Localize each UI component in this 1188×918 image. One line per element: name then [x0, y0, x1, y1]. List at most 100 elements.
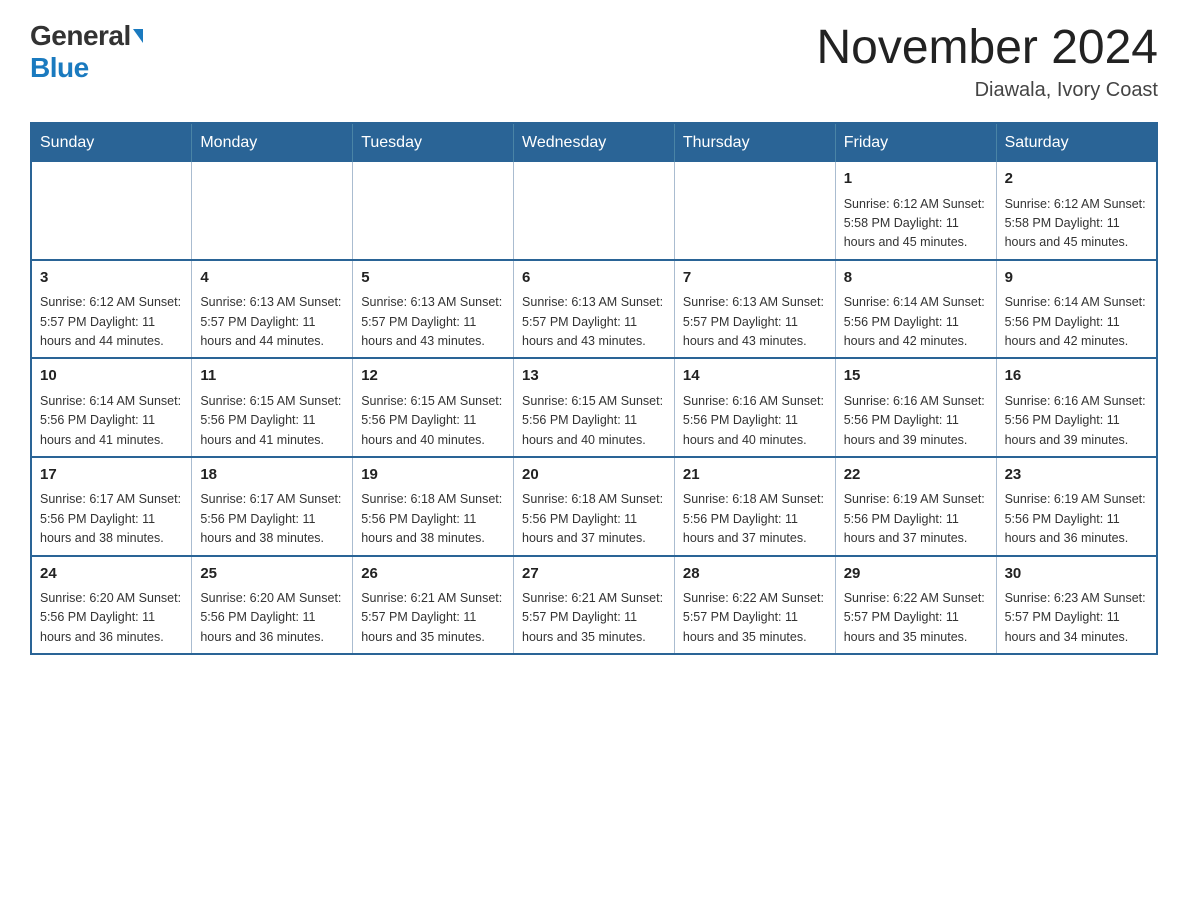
table-row: [674, 162, 835, 260]
table-row: 30 Sunrise: 6:23 AM Sunset: 5:57 PM Dayli…: [996, 556, 1157, 655]
table-row: 6 Sunrise: 6:13 AM Sunset: 5:57 PM Daylig…: [514, 260, 675, 359]
day-info: Sunrise: 6:13 AM Sunset: 5:57 PM Dayligh…: [200, 293, 344, 351]
day-number: 16: [1005, 365, 1148, 388]
table-row: 10 Sunrise: 6:14 AM Sunset: 5:56 PM Dayli…: [31, 358, 192, 457]
table-row: [31, 162, 192, 260]
calendar-week-row: 17 Sunrise: 6:17 AM Sunset: 5:56 PM Dayli…: [31, 457, 1157, 556]
day-number: 8: [844, 267, 988, 290]
day-info: Sunrise: 6:14 AM Sunset: 5:56 PM Dayligh…: [844, 293, 988, 351]
table-row: 2 Sunrise: 6:12 AM Sunset: 5:58 PM Daylig…: [996, 162, 1157, 260]
table-row: 23Sunrise: 6:19 AM Sunset: 5:56 PM Dayli…: [996, 457, 1157, 556]
month-title: November 2024: [816, 20, 1158, 75]
day-info: Sunrise: 6:17 AM Sunset: 5:56 PM Dayligh…: [40, 490, 183, 548]
table-row: 21Sunrise: 6:18 AM Sunset: 5:56 PM Dayli…: [674, 457, 835, 556]
day-number: 13: [522, 365, 666, 388]
day-number: 20: [522, 464, 666, 487]
day-info: Sunrise: 6:18 AM Sunset: 5:56 PM Dayligh…: [361, 490, 505, 548]
table-row: 22 Sunrise: 6:19 AM Sunset: 5:56 PM Dayli…: [835, 457, 996, 556]
table-row: 13 Sunrise: 6:15 AM Sunset: 5:56 PM Dayli…: [514, 358, 675, 457]
table-row: 24Sunrise: 6:20 AM Sunset: 5:56 PM Dayli…: [31, 556, 192, 655]
day-info: Sunrise: 6:21 AM Sunset: 5:57 PM Dayligh…: [361, 589, 505, 647]
header-sunday: Sunday: [31, 123, 192, 162]
table-row: 29 Sunrise: 6:22 AM Sunset: 5:57 PM Dayli…: [835, 556, 996, 655]
day-info: Sunrise: 6:23 AM Sunset: 5:57 PM Dayligh…: [1005, 589, 1148, 647]
day-info: Sunrise: 6:16 AM Sunset: 5:56 PM Dayligh…: [844, 392, 988, 450]
day-info: Sunrise: 6:18 AM Sunset: 5:56 PM Dayligh…: [522, 490, 666, 548]
table-row: 7 Sunrise: 6:13 AM Sunset: 5:57 PM Daylig…: [674, 260, 835, 359]
header-saturday: Saturday: [996, 123, 1157, 162]
day-number: 26: [361, 563, 505, 586]
table-row: 9 Sunrise: 6:14 AM Sunset: 5:56 PM Daylig…: [996, 260, 1157, 359]
table-row: 11 Sunrise: 6:15 AM Sunset: 5:56 PM Dayli…: [192, 358, 353, 457]
table-row: 19Sunrise: 6:18 AM Sunset: 5:56 PM Dayli…: [353, 457, 514, 556]
day-number: 17: [40, 464, 183, 487]
day-number: 14: [683, 365, 827, 388]
day-info: Sunrise: 6:14 AM Sunset: 5:56 PM Dayligh…: [1005, 293, 1148, 351]
day-info: Sunrise: 6:12 AM Sunset: 5:58 PM Dayligh…: [1005, 195, 1148, 253]
day-info: Sunrise: 6:15 AM Sunset: 5:56 PM Dayligh…: [200, 392, 344, 450]
day-info: Sunrise: 6:22 AM Sunset: 5:57 PM Dayligh…: [844, 589, 988, 647]
day-info: Sunrise: 6:12 AM Sunset: 5:57 PM Dayligh…: [40, 293, 183, 351]
day-number: 12: [361, 365, 505, 388]
day-info: Sunrise: 6:13 AM Sunset: 5:57 PM Dayligh…: [683, 293, 827, 351]
table-row: 17 Sunrise: 6:17 AM Sunset: 5:56 PM Dayli…: [31, 457, 192, 556]
day-number: 7: [683, 267, 827, 290]
logo-general-text: General: [30, 20, 131, 52]
calendar-week-row: 10 Sunrise: 6:14 AM Sunset: 5:56 PM Dayli…: [31, 358, 1157, 457]
calendar-week-row: 24 Sunrise: 6:20 AM Sunset: 5:56 PM Dayli…: [31, 556, 1157, 655]
day-info: Sunrise: 6:19 AM Sunset: 5:56 PM Dayligh…: [844, 490, 988, 548]
header-monday: Monday: [192, 123, 353, 162]
table-row: 14 Sunrise: 6:16 AM Sunset: 5:56 PM Dayli…: [674, 358, 835, 457]
table-row: 15 Sunrise: 6:16 AM Sunset: 5:56 PM Dayli…: [835, 358, 996, 457]
header-wednesday: Wednesday: [514, 123, 675, 162]
day-number: 24: [40, 563, 183, 586]
day-info: Sunrise: 6:20 AM Sunset: 5:56 PM Dayligh…: [200, 589, 344, 647]
calendar-week-row: 1 Sunrise: 6:12 AM Sunset: 5:58 PM Daylig…: [31, 162, 1157, 260]
header-tuesday: Tuesday: [353, 123, 514, 162]
day-number: 4: [200, 267, 344, 290]
day-info: Sunrise: 6:14 AM Sunset: 5:56 PM Dayligh…: [40, 392, 183, 450]
day-info: Sunrise: 6:15 AM Sunset: 5:56 PM Dayligh…: [361, 392, 505, 450]
table-row: 1 Sunrise: 6:12 AM Sunset: 5:58 PM Daylig…: [835, 162, 996, 260]
table-row: 8 Sunrise: 6:14 AM Sunset: 5:56 PM Daylig…: [835, 260, 996, 359]
table-row: 28 Sunrise: 6:22 AM Sunset: 5:57 PM Dayli…: [674, 556, 835, 655]
day-number: 27: [522, 563, 666, 586]
day-number: 30: [1005, 563, 1148, 586]
table-row: 4 Sunrise: 6:13 AM Sunset: 5:57 PM Daylig…: [192, 260, 353, 359]
day-number: 18: [200, 464, 344, 487]
day-info: Sunrise: 6:13 AM Sunset: 5:57 PM Dayligh…: [522, 293, 666, 351]
day-number: 6: [522, 267, 666, 290]
table-row: [353, 162, 514, 260]
table-row: [514, 162, 675, 260]
day-info: Sunrise: 6:12 AM Sunset: 5:58 PM Dayligh…: [844, 195, 988, 253]
table-row: [192, 162, 353, 260]
day-info: Sunrise: 6:15 AM Sunset: 5:56 PM Dayligh…: [522, 392, 666, 450]
logo: General Blue: [30, 20, 143, 84]
table-row: 18Sunrise: 6:17 AM Sunset: 5:56 PM Dayli…: [192, 457, 353, 556]
day-info: Sunrise: 6:22 AM Sunset: 5:57 PM Dayligh…: [683, 589, 827, 647]
day-number: 2: [1005, 168, 1148, 191]
calendar-week-row: 3Sunrise: 6:12 AM Sunset: 5:57 PM Daylig…: [31, 260, 1157, 359]
day-info: Sunrise: 6:18 AM Sunset: 5:56 PM Dayligh…: [683, 490, 827, 548]
day-number: 28: [683, 563, 827, 586]
logo-arrow-icon: [133, 29, 143, 43]
weekday-header-row: Sunday Monday Tuesday Wednesday Thursday…: [31, 123, 1157, 162]
day-number: 25: [200, 563, 344, 586]
table-row: 12 Sunrise: 6:15 AM Sunset: 5:56 PM Dayli…: [353, 358, 514, 457]
table-row: 16 Sunrise: 6:16 AM Sunset: 5:56 PM Dayli…: [996, 358, 1157, 457]
table-row: 20 Sunrise: 6:18 AM Sunset: 5:56 PM Dayli…: [514, 457, 675, 556]
day-info: Sunrise: 6:13 AM Sunset: 5:57 PM Dayligh…: [361, 293, 505, 351]
day-number: 22: [844, 464, 988, 487]
day-number: 29: [844, 563, 988, 586]
day-number: 15: [844, 365, 988, 388]
table-row: 27Sunrise: 6:21 AM Sunset: 5:57 PM Dayli…: [514, 556, 675, 655]
day-info: Sunrise: 6:16 AM Sunset: 5:56 PM Dayligh…: [1005, 392, 1148, 450]
day-number: 11: [200, 365, 344, 388]
day-info: Sunrise: 6:16 AM Sunset: 5:56 PM Dayligh…: [683, 392, 827, 450]
day-number: 1: [844, 168, 988, 191]
day-info: Sunrise: 6:19 AM Sunset: 5:56 PM Dayligh…: [1005, 490, 1148, 548]
table-row: 5Sunrise: 6:13 AM Sunset: 5:57 PM Daylig…: [353, 260, 514, 359]
location-label: Diawala, Ivory Coast: [816, 79, 1158, 102]
day-number: 10: [40, 365, 183, 388]
day-number: 9: [1005, 267, 1148, 290]
